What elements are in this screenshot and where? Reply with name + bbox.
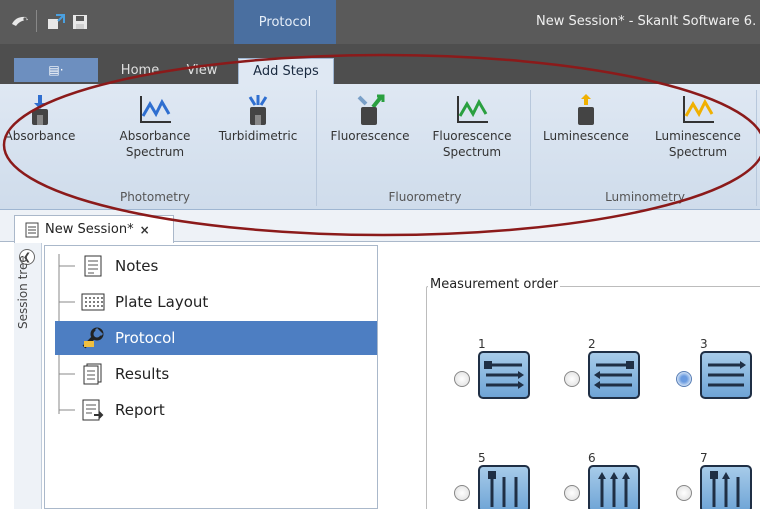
- document-tab-bar: New Session* ×: [0, 210, 760, 243]
- app-menu-icon[interactable]: [10, 12, 30, 32]
- luminescence-spectrum-button[interactable]: Luminescence Spectrum: [646, 92, 750, 182]
- fluorescence-spectrum-icon: [452, 92, 492, 128]
- turbidimetric-icon: [238, 92, 278, 128]
- order-radio-2[interactable]: [564, 371, 580, 387]
- luminescence-button[interactable]: Luminescence: [534, 92, 638, 182]
- save-icon[interactable]: [70, 12, 90, 32]
- tree-item-notes[interactable]: Notes: [55, 249, 377, 283]
- group-label-luminometry: Luminometry: [605, 190, 685, 204]
- tab-view[interactable]: View: [176, 58, 228, 82]
- fluorescence-icon: [350, 92, 390, 128]
- turbidimetric-button[interactable]: Turbidimetric: [210, 92, 306, 182]
- tree-item-protocol[interactable]: Protocol: [55, 321, 377, 355]
- fluorescence-button[interactable]: Fluorescence: [322, 92, 418, 182]
- results-icon: [81, 362, 105, 386]
- file-menu-icon: ▤·: [48, 63, 64, 77]
- context-tab-protocol[interactable]: Protocol: [234, 0, 336, 44]
- absorbance-spectrum-icon: [135, 92, 175, 128]
- notes-icon: [81, 254, 105, 278]
- protocol-wrench-icon: [81, 326, 105, 350]
- order-option-7[interactable]: 7: [676, 451, 760, 509]
- session-tree-rail: ❮ Session tree: [14, 243, 42, 509]
- luminescence-spectrum-icon: [678, 92, 718, 128]
- measurement-order-legend: Measurement order: [428, 277, 561, 292]
- order-option-5[interactable]: 5: [454, 451, 578, 509]
- group-separator: [316, 90, 317, 206]
- group-separator: [530, 90, 531, 206]
- tree-item-report[interactable]: Report: [55, 393, 377, 427]
- order-radio-5[interactable]: [454, 485, 470, 501]
- serpentine-row-icon: [588, 351, 640, 399]
- plate-layout-icon: [81, 290, 105, 314]
- protocol-main-area: Measurement order 1 2 3 5 6 7: [380, 243, 760, 509]
- absorbance-button[interactable]: Absorbance: [2, 92, 78, 182]
- report-icon: [81, 398, 105, 422]
- ribbon-panel: Absorbance Absorbance Spectrum Turbidime…: [0, 84, 760, 210]
- order-option-6[interactable]: 6: [564, 451, 688, 509]
- order-option-3[interactable]: 3: [676, 337, 760, 411]
- window-title: New Session* - SkanIt Software 6.: [536, 14, 757, 29]
- group-label-fluorometry: Fluorometry: [388, 190, 462, 204]
- tab-label: New Session*: [45, 222, 134, 237]
- luminescence-icon: [566, 92, 606, 128]
- order-option-1[interactable]: 1: [454, 337, 578, 411]
- order-radio-7[interactable]: [676, 485, 692, 501]
- session-tree-label[interactable]: Session tree: [16, 249, 30, 329]
- group-separator: [756, 90, 757, 206]
- document-icon: [25, 222, 39, 237]
- column-order-icon: [478, 465, 530, 509]
- session-tree: Notes Plate Layout Protocol Results Repo…: [44, 245, 378, 509]
- qat-divider: [36, 10, 37, 32]
- group-label-photometry: Photometry: [119, 190, 191, 204]
- row-order-alt-icon: [700, 351, 752, 399]
- tab-add-steps[interactable]: Add Steps: [238, 58, 334, 84]
- close-tab-icon[interactable]: ×: [140, 223, 150, 237]
- file-menu-button[interactable]: ▤·: [14, 58, 98, 82]
- ribbon-tab-strip: ▤· Home View Add Steps: [0, 44, 760, 84]
- serpentine-column-icon: [700, 465, 752, 509]
- tab-home[interactable]: Home: [112, 58, 168, 82]
- fluorescence-spectrum-button[interactable]: Fluorescence Spectrum: [424, 92, 520, 182]
- tree-item-results[interactable]: Results: [55, 357, 377, 391]
- absorbance-spectrum-button[interactable]: Absorbance Spectrum: [110, 92, 200, 182]
- open-icon[interactable]: [46, 12, 66, 32]
- tab-new-session[interactable]: New Session* ×: [14, 215, 174, 243]
- order-radio-6[interactable]: [564, 485, 580, 501]
- tree-item-plate-layout[interactable]: Plate Layout: [55, 285, 377, 319]
- order-option-2[interactable]: 2: [564, 337, 688, 411]
- absorbance-icon: [20, 92, 60, 128]
- row-order-icon: [478, 351, 530, 399]
- order-radio-1[interactable]: [454, 371, 470, 387]
- title-bar: Protocol New Session* - SkanIt Software …: [0, 0, 760, 44]
- order-radio-3-selected[interactable]: [676, 371, 692, 387]
- column-up-order-icon: [588, 465, 640, 509]
